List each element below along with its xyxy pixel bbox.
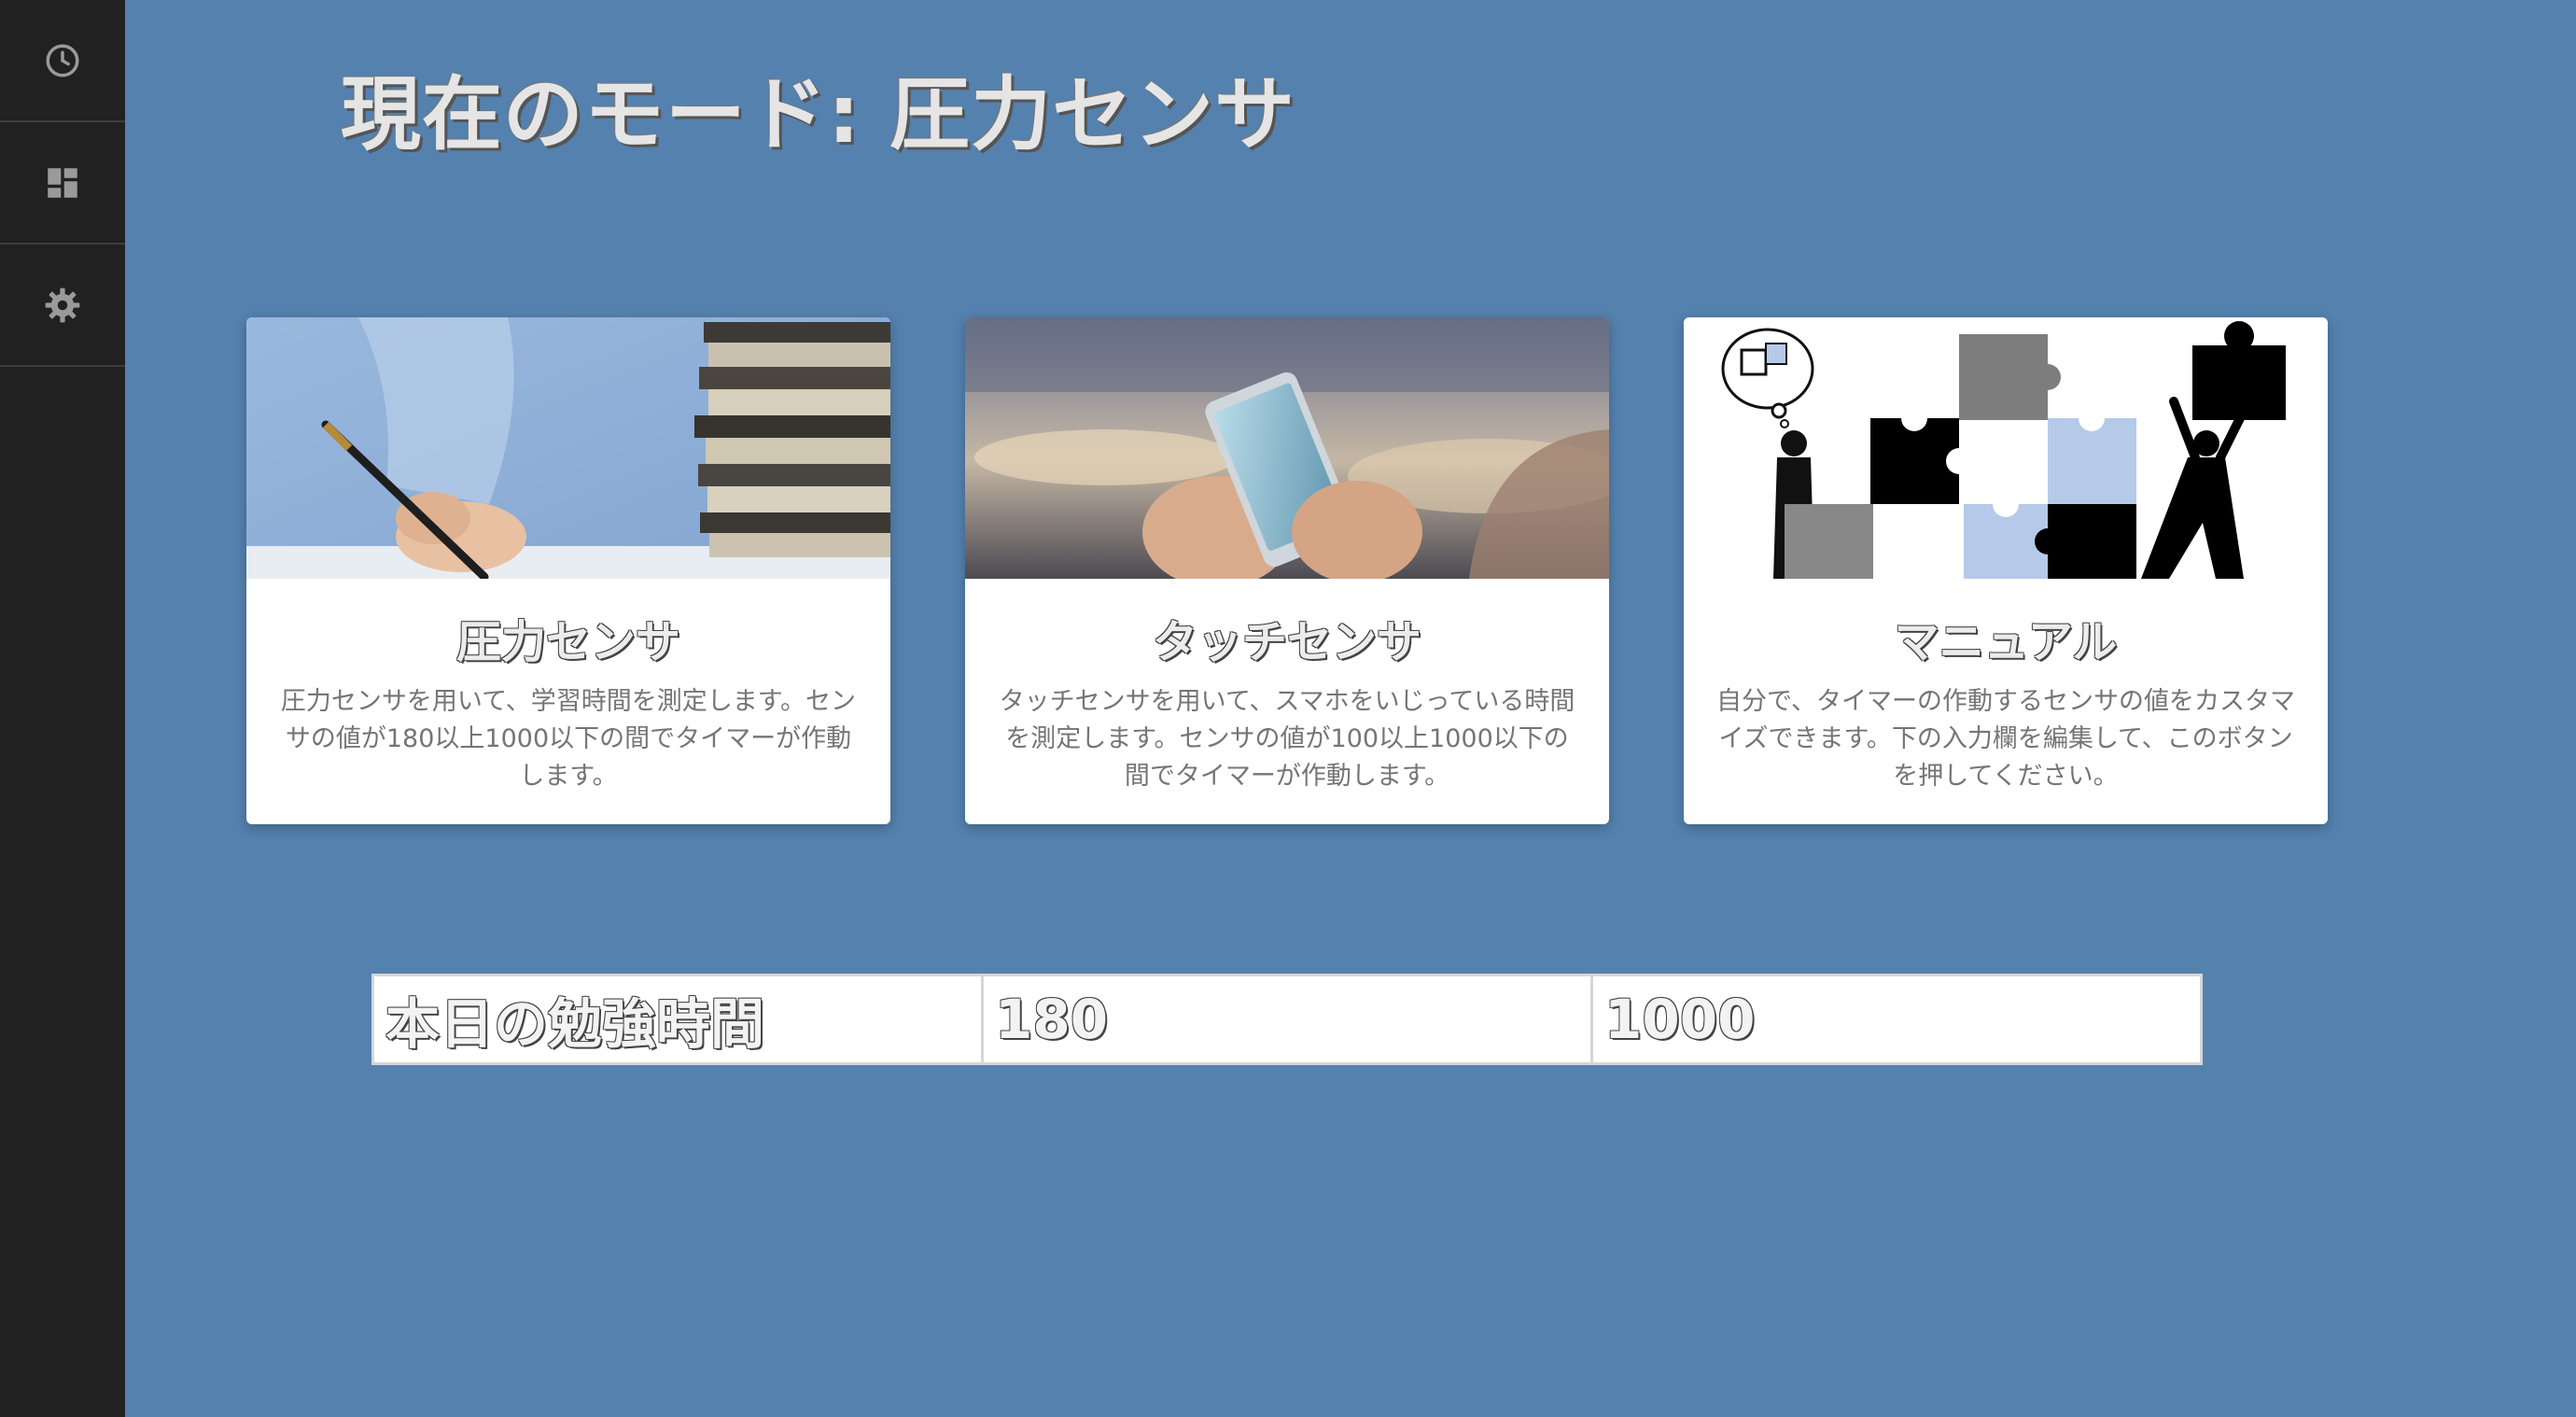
studying-photo	[246, 317, 890, 579]
study-time-label: 本日の勉強時間	[371, 974, 984, 1065]
mode-card-touch-sensor[interactable]: タッチセンサ タッチセンサを用いて、スマホをいじっている時間を測定します。センサ…	[965, 317, 1609, 824]
sensor-max-value[interactable]: 1000	[1590, 974, 2203, 1065]
card-title: タッチセンサ	[1152, 616, 1421, 668]
card-description: タッチセンサを用いて、スマホをいじっている時間を測定します。センサの値が100以…	[999, 687, 1575, 791]
sidebar-item-timer[interactable]	[0, 0, 125, 122]
gear-icon	[45, 288, 80, 322]
sidebar-item-dashboard[interactable]	[0, 122, 125, 245]
clock-icon	[46, 44, 79, 77]
sidebar-item-settings[interactable]	[0, 245, 125, 367]
card-title: マニュアル	[1894, 616, 2118, 668]
dashboard-icon	[48, 167, 77, 198]
page-title: 現在のモード: 圧力センサ	[340, 68, 1296, 161]
sensor-min-value[interactable]: 180	[981, 974, 1593, 1065]
sidebar	[0, 0, 125, 1417]
mode-card-manual[interactable]: マニュアル 自分で、タイマーの作動するセンサの値をカスタマイズできます。下の入力…	[1684, 317, 2328, 824]
mode-card-pressure-sensor[interactable]: 圧力センサ 圧力センサを用いて、学習時間を測定します。センサの値が180以上10…	[246, 317, 890, 824]
smartphone-photo	[965, 317, 1609, 579]
card-description: 圧力センサを用いて、学習時間を測定します。センサの値が180以上1000以下の間…	[280, 687, 857, 791]
card-description: 自分で、タイマーの作動するセンサの値をカスタマイズできます。下の入力欄を編集して…	[1716, 687, 2295, 791]
study-time-table: 本日の勉強時間 180 1000	[371, 974, 2203, 1065]
table-row: 本日の勉強時間 180 1000	[371, 974, 2203, 1065]
card-title: 圧力センサ	[455, 616, 680, 668]
puzzle-illustration	[1684, 317, 2328, 579]
